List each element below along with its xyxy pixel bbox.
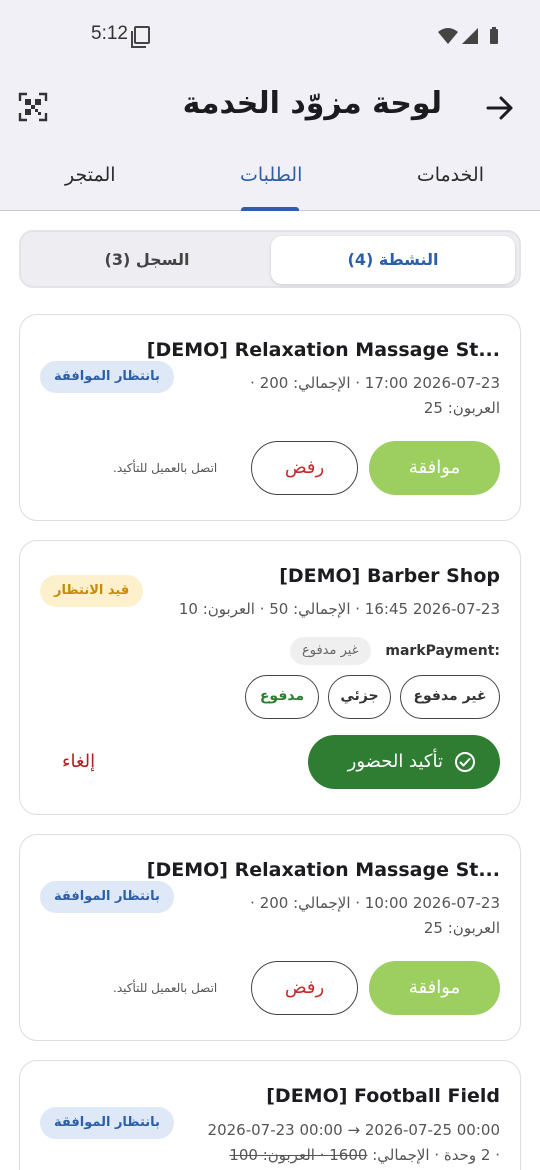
status-badge: بانتظار الموافقة: [40, 361, 174, 393]
clipboard-icon: [131, 26, 150, 48]
booking-meta: 2026-07-23 16:45 · الإجمالي: 50 · العربو…: [178, 600, 500, 618]
booking-deposit: العربون: 25: [423, 919, 500, 937]
approve-button[interactable]: موافقة: [369, 961, 500, 1015]
wifi-icon: [438, 28, 458, 44]
tab-store[interactable]: المتجر: [65, 164, 116, 186]
booking-card: [DEMO] Relaxation Massage St... 2026-07-…: [19, 834, 521, 1041]
booking-dates: 2026-07-23 00:00 → 2026-07-25 00:00: [207, 1121, 500, 1139]
confirm-attendance-label: تأكيد الحضور: [347, 751, 443, 772]
status-icons: [438, 27, 498, 44]
status-bar: 5:12: [0, 0, 540, 70]
booking-amounts: 1600 · العربون: 100: [229, 1146, 368, 1164]
booking-meta: 2026-07-23 10:00 · الإجمالي: 200 ·: [250, 894, 500, 912]
booking-card: [DEMO] Football Field 2026-07-23 00:00 →…: [19, 1060, 521, 1170]
tab-bar: الخدمات الطلبات المتجر: [0, 146, 540, 211]
battery-icon: [490, 29, 498, 44]
check-circle-icon: [455, 752, 475, 772]
payment-label: markPayment:: [385, 643, 500, 659]
back-arrow-icon[interactable]: [484, 92, 516, 124]
status-time: 5:12: [91, 23, 128, 44]
page-title: لوحة مزوّد الخدمة: [182, 86, 442, 121]
status-badge: بانتظار الموافقة: [40, 1107, 174, 1139]
status-badge: بانتظار الموافقة: [40, 881, 174, 913]
reject-button[interactable]: رفض: [251, 961, 358, 1015]
booking-card: [DEMO] Barber Shop 2026-07-23 16:45 · ال…: [19, 540, 521, 815]
signal-icon: [462, 28, 478, 44]
status-badge: قيد الانتظار: [40, 575, 144, 607]
payment-chip-partial[interactable]: جزئي: [328, 675, 391, 719]
booking-title: [DEMO] Relaxation Massage St...: [146, 859, 500, 881]
segment-history[interactable]: السجل (3): [25, 236, 269, 284]
payment-status-badge: غير مدفوع: [290, 637, 371, 665]
booking-title: [DEMO] Football Field: [266, 1085, 500, 1107]
booking-deposit: العربون: 25: [423, 399, 500, 417]
contact-hint: اتصل بالعميل للتأكيد.: [113, 461, 218, 475]
app-bar: لوحة مزوّد الخدمة: [0, 70, 540, 146]
contact-hint: اتصل بالعميل للتأكيد.: [113, 981, 218, 995]
booking-units-total: · 2 وحدة · الإجمالي:: [372, 1146, 500, 1164]
booking-title: [DEMO] Relaxation Massage St...: [146, 339, 500, 361]
status-segmented-control: النشطة (4) السجل (3): [19, 230, 521, 288]
booking-card: [DEMO] Relaxation Massage St... 2026-07-…: [19, 314, 521, 521]
tab-services[interactable]: الخدمات: [417, 164, 484, 186]
approve-button[interactable]: موافقة: [369, 441, 500, 495]
qr-code-icon[interactable]: [18, 92, 48, 122]
booking-meta: · 2 وحدة · الإجمالي: 1600 · العربون: 100: [229, 1146, 500, 1164]
payment-chip-unpaid[interactable]: غير مدفوع: [400, 675, 500, 719]
reject-button[interactable]: رفض: [251, 441, 358, 495]
payment-chip-paid[interactable]: مدفوع: [245, 675, 319, 719]
booking-meta: 2026-07-23 17:00 · الإجمالي: 200 ·: [250, 374, 500, 392]
booking-title: [DEMO] Barber Shop: [279, 565, 500, 587]
active-tab-indicator: [241, 207, 299, 211]
cancel-button[interactable]: إلغاء: [62, 751, 95, 772]
segment-active[interactable]: النشطة (4): [271, 236, 515, 284]
tab-orders[interactable]: الطلبات: [240, 164, 302, 186]
confirm-attendance-button[interactable]: تأكيد الحضور: [308, 735, 500, 789]
